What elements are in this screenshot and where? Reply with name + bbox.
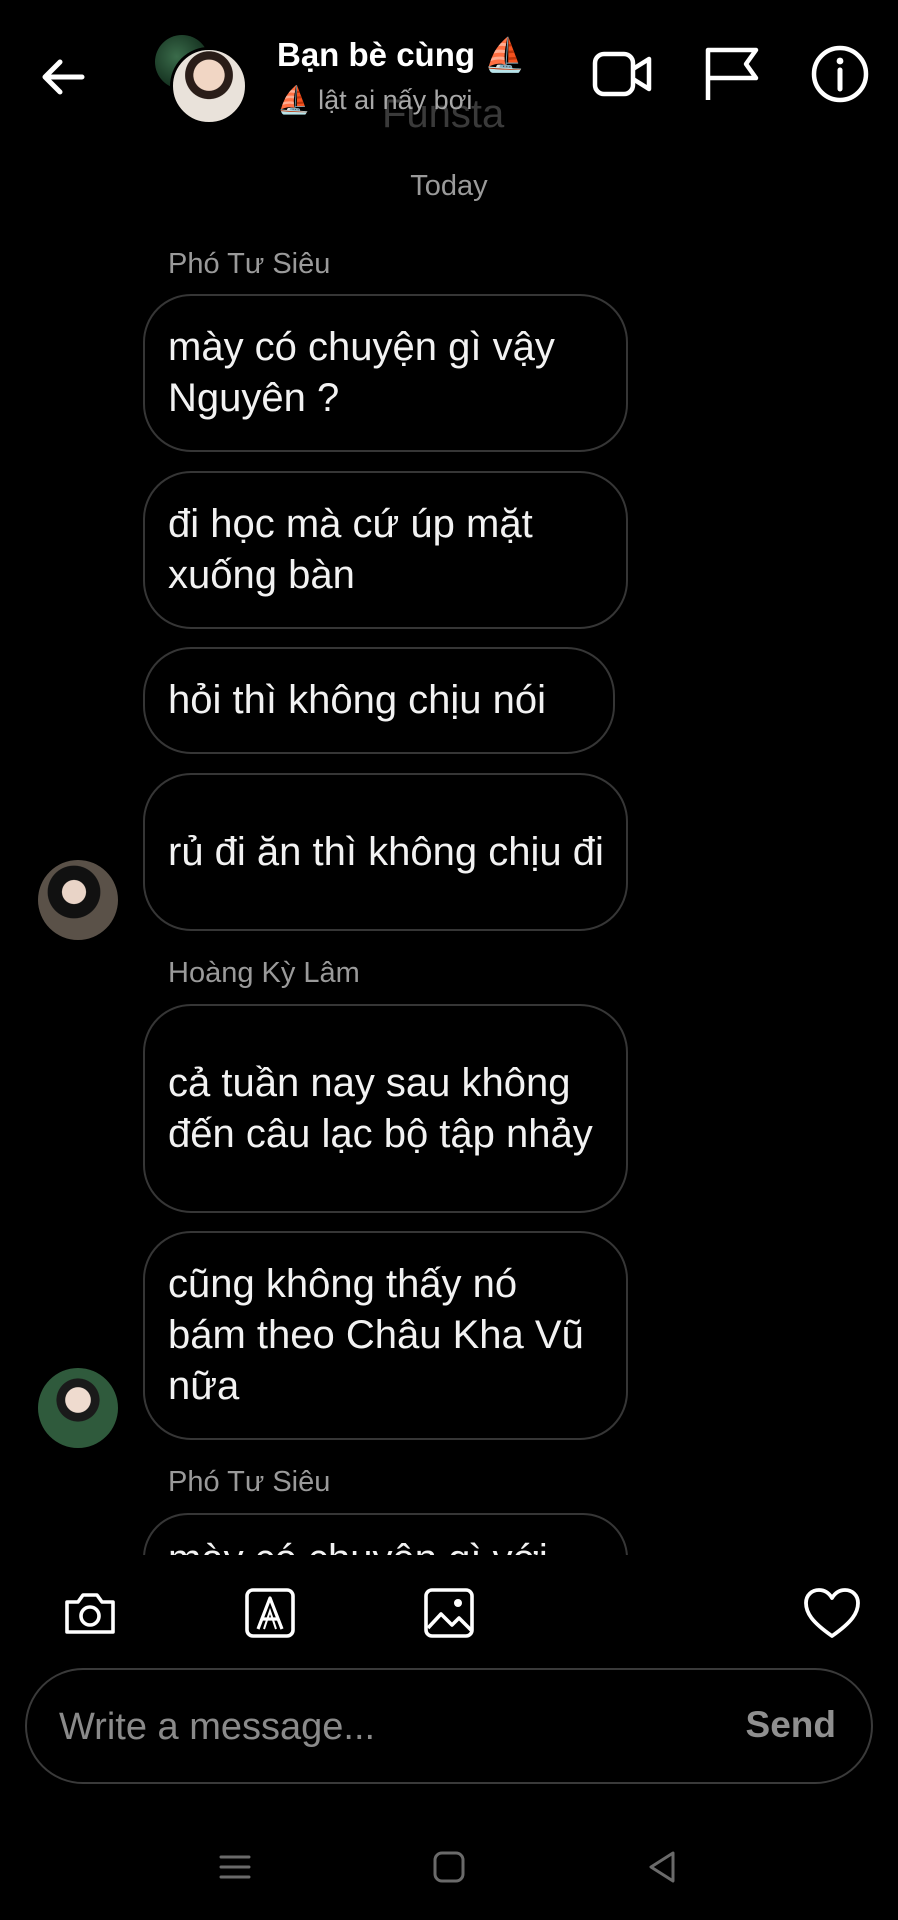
message-bubble[interactable]: đi học mà cứ úp mặt xuống bàn — [143, 471, 628, 629]
flag-button[interactable] — [700, 42, 764, 106]
message-text: cũng không thấy nó bám theo Châu Kha Vũ … — [168, 1262, 584, 1408]
message-text: cả tuần nay sau không đến câu lạc bộ tập… — [168, 1060, 593, 1156]
message-bubble[interactable]: mày có chuyện gì vậy Nguyên ? — [143, 294, 628, 452]
home-button[interactable] — [429, 1847, 469, 1887]
message-text: đi học mà cứ úp mặt xuống bàn — [168, 502, 533, 597]
heart-icon — [804, 1588, 860, 1638]
sender-name: Hoàng Kỳ Lâm — [168, 957, 360, 989]
info-button[interactable] — [808, 42, 872, 106]
camera-icon — [65, 1593, 115, 1634]
message-input[interactable] — [57, 1670, 711, 1784]
gallery-button[interactable] — [421, 1585, 477, 1641]
message-bubble[interactable]: cũng không thấy nó bám theo Châu Kha Vũ … — [143, 1231, 628, 1440]
flag-icon — [705, 47, 759, 100]
date-separator: Today — [410, 170, 488, 202]
message-bubble[interactable]: hỏi thì không chịu nói — [143, 647, 615, 754]
message-bubble[interactable]: mày có chuyện gì với — [143, 1513, 628, 1555]
avatar[interactable] — [38, 860, 118, 940]
group-avatar[interactable] — [155, 35, 248, 125]
sender-name: Phó Tư Siêu — [168, 1466, 331, 1498]
camera-button[interactable] — [62, 1585, 118, 1641]
message-bubble[interactable]: rủ đi ăn thì không chịu đi — [143, 773, 628, 931]
partial-message-area: mày có chuyện gì với — [0, 1505, 898, 1555]
message-text: hỏi thì không chịu nói — [168, 678, 547, 722]
text-style-icon — [245, 1588, 295, 1638]
video-call-button[interactable] — [590, 42, 654, 106]
text-style-button[interactable] — [242, 1585, 298, 1641]
message-bubble[interactable]: cả tuần nay sau không đến câu lạc bộ tập… — [143, 1004, 628, 1213]
avatar[interactable] — [38, 1368, 118, 1448]
video-call-icon — [592, 51, 652, 97]
home-icon — [433, 1851, 465, 1883]
message-text: mày có chuyện gì với — [168, 1537, 548, 1555]
chat-title[interactable]: Bạn bè cùng ⛵ — [277, 36, 525, 75]
recent-apps-button[interactable] — [215, 1847, 255, 1887]
system-back-button[interactable] — [643, 1847, 683, 1887]
chat-subtitle: ⛵ lật ai nấy bơi — [277, 85, 473, 115]
message-text: rủ đi ăn thì không chịu đi — [168, 829, 604, 874]
back-arrow-icon — [42, 59, 85, 95]
gallery-icon — [424, 1588, 474, 1638]
like-button[interactable] — [802, 1584, 862, 1644]
info-icon — [811, 45, 869, 103]
back-icon — [649, 1851, 675, 1883]
back-button[interactable] — [38, 52, 88, 102]
message-text: mày có chuyện gì vậy Nguyên ? — [168, 325, 555, 420]
menu-icon — [219, 1855, 251, 1879]
message-composer: Send — [25, 1668, 873, 1784]
avatar — [170, 47, 248, 125]
sender-name: Phó Tư Siêu — [168, 248, 331, 280]
send-button[interactable]: Send — [746, 1704, 836, 1746]
